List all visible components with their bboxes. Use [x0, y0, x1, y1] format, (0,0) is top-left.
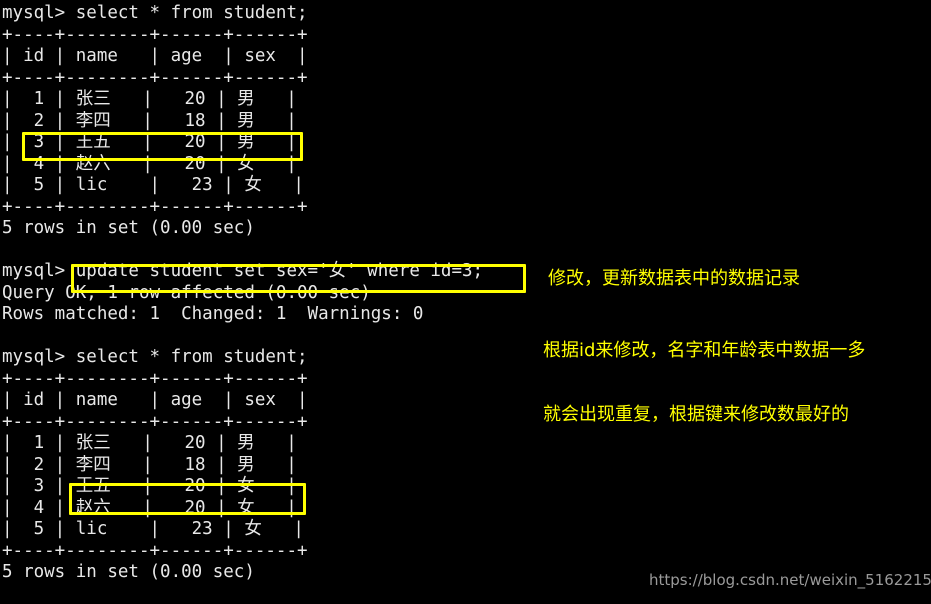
terminal-line: | 1 | 张三 | 20 | 男 |	[2, 433, 297, 453]
terminal-window[interactable]: mysql> select * from student; +----+----…	[0, 0, 931, 604]
terminal-line: +----+--------+------+------+	[2, 196, 308, 217]
terminal-line: | id | name | age | sex |	[2, 46, 308, 66]
terminal-line: | 1 | 张三 | 20 | 男 |	[2, 89, 297, 109]
terminal-output: mysql> select * from student; +----+----…	[2, 3, 562, 584]
terminal-line: +----+--------+------+------+	[2, 540, 308, 561]
terminal-line-row-count: 5 rows in set (0.00 sec)	[2, 562, 255, 582]
terminal-line-highlighted-row: | 3 | 王五 | 20 | 男 |	[2, 132, 297, 152]
terminal-line: | id | name | age | sex |	[2, 390, 308, 410]
terminal-line: | 4 | 赵六 | 20 | 女 |	[2, 497, 297, 518]
terminal-line: +----+--------+------+------+	[2, 67, 308, 88]
terminal-line: | 2 | 李四 | 18 | 男 |	[2, 110, 297, 131]
terminal-line: | 4 | 赵六 | 20 | 女 |	[2, 153, 297, 174]
terminal-line: | 2 | 李四 | 18 | 男 |	[2, 454, 297, 475]
terminal-line: +----+--------+------+------+	[2, 24, 308, 45]
annotation-note-line-2: 就会出现重复，根据键来修改数最好的	[543, 404, 849, 425]
annotation-update-note: 根据id来修改，名字和年龄表中数据一多 就会出现重复，根据键来修改数最好的	[543, 298, 865, 468]
terminal-line: mysql> select * from student;	[2, 3, 308, 23]
terminal-line: +----+--------+------+------+	[2, 411, 308, 432]
terminal-line-query-ok: Query OK, 1 row affected (0.00 sec)	[2, 282, 371, 303]
annotation-note-line-1: 根据id来修改，名字和年龄表中数据一多	[543, 340, 866, 361]
watermark-url: https://blog.csdn.net/weixin_51622156	[649, 571, 931, 589]
terminal-line: | 5 | lic | 23 | 女 |	[2, 519, 304, 539]
terminal-line-row-count: 5 rows in set (0.00 sec)	[2, 218, 255, 238]
terminal-line-highlighted-row: | 3 | 王五 | 20 | 女 |	[2, 476, 297, 496]
terminal-line-update-command: mysql> update student set sex='女' where …	[2, 261, 484, 281]
terminal-line: mysql> select * from student;	[2, 347, 308, 367]
terminal-line: +----+--------+------+------+	[2, 368, 308, 389]
terminal-line-rows-matched: Rows matched: 1 Changed: 1 Warnings: 0	[2, 304, 424, 324]
terminal-line: | 5 | lic | 23 | 女 |	[2, 175, 304, 195]
annotation-update-description: 修改，更新数据表中的数据记录	[548, 268, 800, 289]
